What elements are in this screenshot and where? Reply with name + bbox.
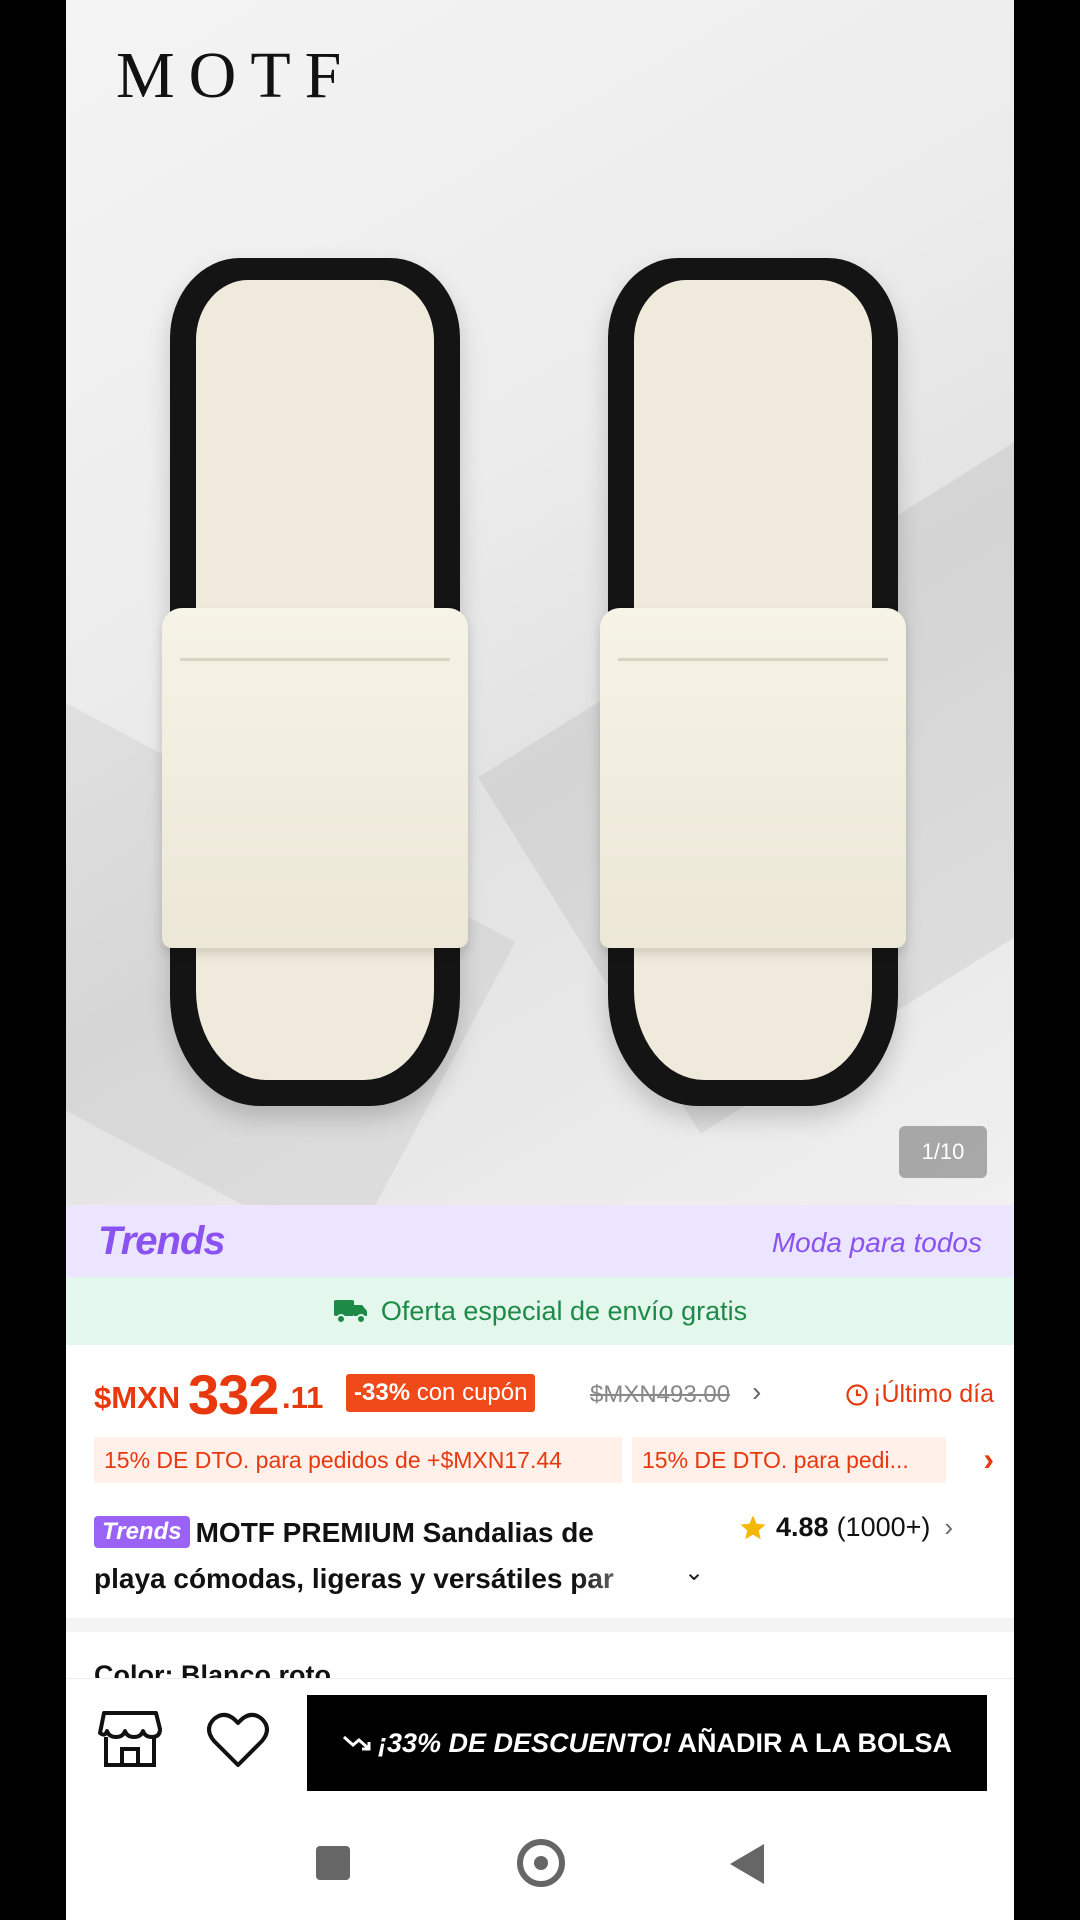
price-decimal: .11	[282, 1380, 324, 1415]
home-icon[interactable]	[517, 1839, 565, 1887]
chevron-right-icon: ›	[944, 1512, 954, 1542]
store-icon[interactable]	[98, 1709, 162, 1769]
promotion-row: 15% DE DTO. para pedidos de +$MXN17.44 1…	[94, 1437, 994, 1483]
system-navigation-bar	[66, 1800, 1014, 1920]
price-currency: $MXN	[94, 1380, 181, 1415]
review-count: (1000+)	[836, 1512, 931, 1542]
back-icon[interactable]	[730, 1844, 764, 1884]
price-integer: 332	[188, 1363, 279, 1426]
price-row: $MXN 332 .11 -33% con cupón $MXN493.00 ›…	[94, 1362, 994, 1426]
sandal-right	[600, 258, 906, 1106]
chevron-right-icon[interactable]: ›	[752, 1376, 761, 1408]
product-title[interactable]: Trends MOTF PREMIUM Sandalias de playa có…	[94, 1510, 734, 1602]
product-rating[interactable]: 4.88 (1000+) ›	[738, 1512, 953, 1543]
add-to-bag-label: AÑADIR A LA BOLSA	[677, 1727, 953, 1758]
trend-down-icon	[342, 1735, 371, 1751]
clock-icon	[846, 1383, 868, 1406]
trends-tagline: Moda para todos	[771, 1227, 982, 1258]
app-screen: MOTF 1/10 Trends Moda para todos Oferta …	[66, 0, 1014, 1920]
discount-suffix: con cupón	[410, 1379, 528, 1406]
add-to-bag-discount: ¡33% DE DESCUENTO!	[377, 1727, 672, 1758]
bottom-action-bar: ¡33% DE DESCUENTO! AÑADIR A LA BOLSA	[66, 1678, 1014, 1800]
promotion-chip[interactable]: 15% DE DTO. para pedidos de +$MXN17.44	[94, 1437, 622, 1483]
free-shipping-banner[interactable]: Oferta especial de envío gratis	[66, 1277, 1014, 1345]
section-divider	[66, 1618, 1014, 1632]
trends-logo: Trends	[98, 1219, 226, 1263]
photo-counter: 1/10	[899, 1126, 987, 1178]
sandal-strap	[600, 608, 906, 948]
trends-banner[interactable]: Trends Moda para todos	[66, 1205, 1014, 1277]
brand-logo: MOTF	[116, 39, 356, 112]
recent-apps-icon[interactable]	[316, 1846, 350, 1880]
coupon-discount-badge[interactable]: -33% con cupón	[346, 1374, 536, 1412]
star-icon	[740, 1515, 766, 1539]
chevron-down-icon[interactable]: ⌄	[684, 1558, 704, 1587]
add-to-bag-button[interactable]: ¡33% DE DESCUENTO! AÑADIR A LA BOLSA	[307, 1695, 987, 1791]
truck-icon	[333, 1300, 367, 1324]
countdown-text: ¡Último día	[873, 1380, 994, 1408]
product-image[interactable]: MOTF 1/10	[66, 0, 1014, 1205]
title-line-2: playa cómodas, ligeras y versátiles par	[94, 1563, 614, 1594]
sandal-strap	[162, 608, 468, 948]
promotion-chip[interactable]: 15% DE DTO. para pedi...	[632, 1437, 946, 1483]
sandal-left	[162, 258, 468, 1106]
rating-value: 4.88	[776, 1512, 829, 1542]
heart-icon[interactable]	[206, 1711, 270, 1769]
shipping-text: Oferta especial de envío gratis	[380, 1295, 748, 1326]
chevron-right-icon[interactable]: ›	[983, 1441, 994, 1478]
original-price[interactable]: $MXN493.00	[590, 1381, 730, 1409]
discount-percent: -33%	[354, 1379, 411, 1406]
title-line-1: MOTF PREMIUM Sandalias de	[195, 1517, 594, 1548]
countdown-label[interactable]: ¡Último día	[845, 1380, 994, 1409]
trends-badge: Trends	[94, 1516, 190, 1548]
